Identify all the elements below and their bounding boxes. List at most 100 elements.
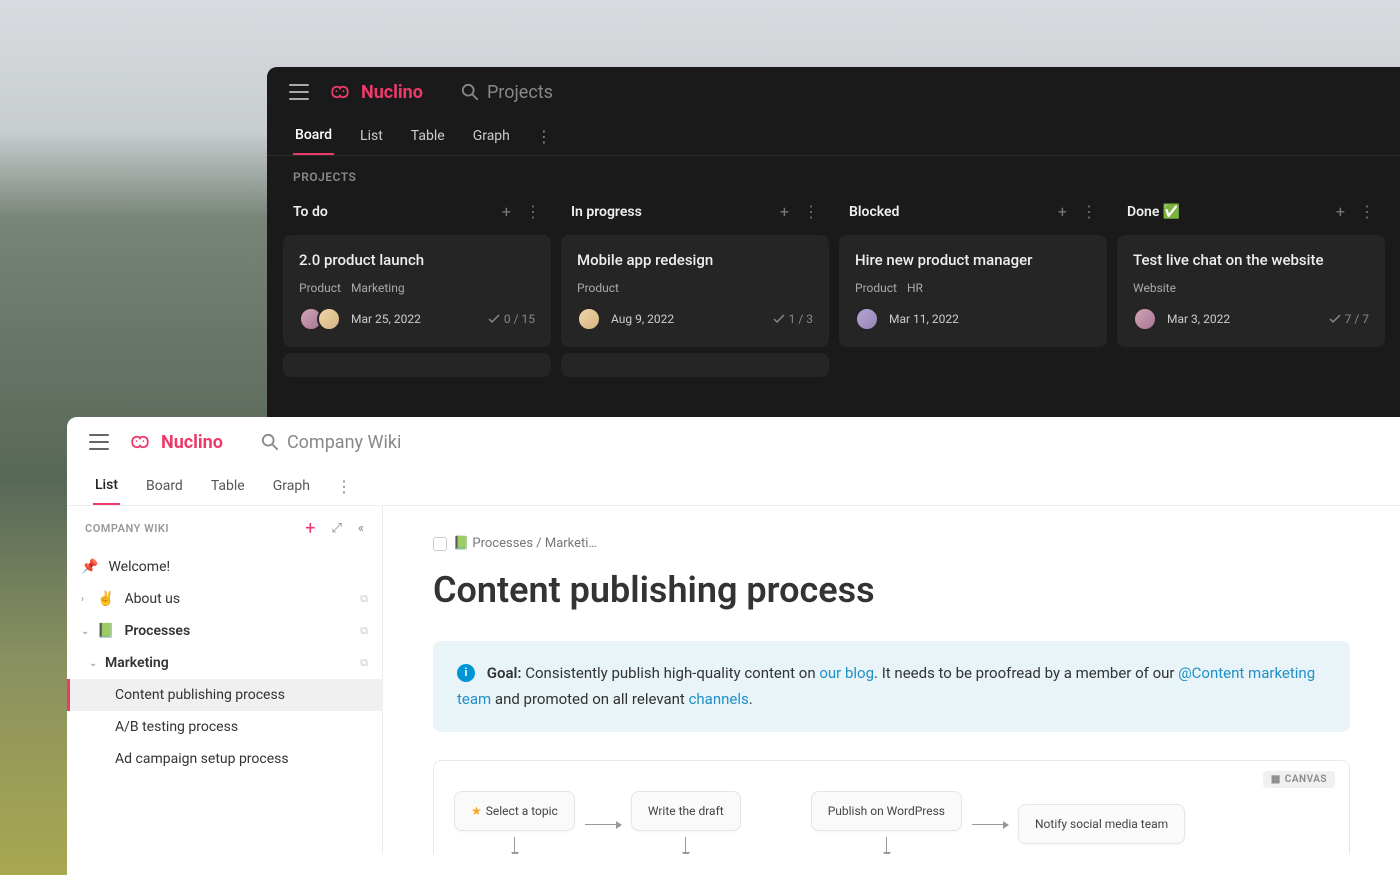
card-item[interactable]: 2.0 product launch Product Marketing Mar … — [283, 235, 551, 347]
card-title: Hire new product manager — [855, 251, 1091, 269]
chevron-down-icon[interactable]: ⌄ — [81, 626, 91, 637]
breadcrumb[interactable]: 📗 Processes / Marketi… — [433, 536, 1350, 551]
more-tabs-icon[interactable]: ⋮ — [336, 477, 352, 496]
projects-window: Nuclino Projects Board List Table Graph … — [267, 67, 1400, 417]
search-area[interactable]: Projects — [461, 82, 553, 103]
board-columns: To do + ⋮ 2.0 product launch Product Marke… — [267, 194, 1400, 383]
dark-header: Nuclino Projects — [267, 67, 1400, 117]
card-date: Mar 11, 2022 — [889, 312, 959, 326]
more-tabs-icon[interactable]: ⋮ — [536, 127, 552, 146]
add-card-icon[interactable]: + — [780, 202, 789, 221]
sidebar-item-ad-campaign[interactable]: Ad campaign setup process — [67, 743, 382, 775]
column-title: Blocked — [849, 204, 899, 220]
card-tag: Product — [299, 281, 341, 295]
avatar — [855, 307, 879, 331]
column-title: In progress — [571, 204, 642, 220]
sidebar: COMPANY WIKI + ⤢ « 📌 Welcome! › ✌️ About… — [67, 506, 383, 854]
brand-logo[interactable]: Nuclino — [327, 81, 423, 103]
tab-list[interactable]: List — [358, 118, 385, 154]
wiki-window: Nuclino Company Wiki List Board Table Gr… — [67, 417, 1400, 875]
link-our-blog[interactable]: our blog — [819, 664, 874, 682]
chevron-right-icon[interactable]: › — [81, 594, 91, 605]
arrow-down-icon — [886, 837, 887, 854]
checklist-icon — [1329, 313, 1341, 325]
card-item[interactable]: Hire new product manager ProductHR Mar 1… — [839, 235, 1107, 347]
collapse-sidebar-icon[interactable]: « — [358, 521, 364, 536]
sidebar-item-about[interactable]: › ✌️ About us ⧉ — [67, 583, 382, 615]
card-stub[interactable] — [561, 353, 829, 377]
copy-icon[interactable]: ⧉ — [360, 592, 368, 606]
page-icon-placeholder — [433, 537, 447, 551]
column-inprogress: In progress + ⋮ Mobile app redesign Produ… — [561, 194, 829, 383]
sidebar-item-ab-testing[interactable]: A/B testing process — [67, 711, 382, 743]
copy-icon[interactable]: ⧉ — [360, 656, 368, 670]
add-card-icon[interactable]: + — [1336, 202, 1345, 221]
arrow-right-icon — [585, 824, 621, 825]
card-title: 2.0 product launch — [299, 251, 535, 269]
column-menu-icon[interactable]: ⋮ — [525, 202, 541, 221]
add-card-icon[interactable]: + — [1058, 202, 1067, 221]
tab-graph[interactable]: Graph — [471, 118, 512, 154]
column-title: Done ✅ — [1127, 204, 1180, 220]
column-title: To do — [293, 204, 328, 220]
arrow-down-icon — [685, 837, 686, 854]
link-channels[interactable]: channels — [689, 690, 749, 708]
info-icon: i — [457, 664, 475, 682]
sidebar-label: COMPANY WIKI — [85, 522, 169, 535]
chevron-down-icon[interactable]: ⌄ — [89, 658, 99, 669]
goal-label: Goal: — [487, 664, 522, 682]
expand-icon[interactable]: ⤢ — [331, 521, 341, 536]
card-tag: Product — [577, 281, 619, 295]
goal-callout: i Goal: Consistently publish high-qualit… — [433, 641, 1350, 732]
avatar — [577, 307, 601, 331]
card-stub[interactable] — [283, 353, 551, 377]
breadcrumb-path: 📗 Processes / Marketi… — [453, 536, 597, 551]
arrow-down-icon — [514, 837, 515, 854]
tab-list[interactable]: List — [93, 467, 120, 505]
tab-table[interactable]: Table — [409, 118, 447, 154]
tab-graph[interactable]: Graph — [271, 468, 312, 504]
section-label: PROJECTS — [267, 156, 1400, 194]
tab-board[interactable]: Board — [144, 468, 185, 504]
copy-icon[interactable]: ⧉ — [360, 624, 368, 638]
add-page-icon[interactable]: + — [305, 518, 315, 539]
tab-table[interactable]: Table — [209, 468, 247, 504]
sidebar-item-marketing[interactable]: ⌄ Marketing ⧉ — [67, 647, 382, 679]
checklist-icon — [773, 313, 785, 325]
card-date: Aug 9, 2022 — [611, 312, 674, 326]
avatar — [1133, 307, 1157, 331]
add-card-icon[interactable]: + — [502, 202, 511, 221]
search-icon — [461, 83, 479, 101]
card-item[interactable]: Test live chat on the website Website Ma… — [1117, 235, 1385, 347]
canvas-embed[interactable]: ▦CANVAS ★Select a topic Write the draft … — [433, 760, 1350, 854]
sidebar-item-processes[interactable]: ⌄ 📗 Processes ⧉ — [67, 615, 382, 647]
sidebar-item-content-publishing[interactable]: Content publishing process — [67, 679, 382, 711]
flow-node[interactable]: Write the draft — [631, 791, 741, 831]
card-tag: Website — [1133, 281, 1176, 295]
card-tag: Marketing — [351, 281, 405, 295]
search-area[interactable]: Company Wiki — [261, 432, 401, 453]
tab-board[interactable]: Board — [293, 117, 334, 155]
flow-node[interactable]: Notify social media team — [1018, 804, 1185, 844]
flow-node[interactable]: ★Select a topic — [454, 791, 575, 831]
content-area: 📗 Processes / Marketi… Content publishin… — [383, 506, 1400, 854]
column-menu-icon[interactable]: ⋮ — [1359, 202, 1375, 221]
checklist-icon — [488, 313, 500, 325]
menu-icon[interactable] — [89, 434, 109, 450]
flow-diagram: ★Select a topic Write the draft Publish … — [454, 791, 1329, 854]
brand-logo[interactable]: Nuclino — [127, 431, 223, 453]
menu-icon[interactable] — [289, 84, 309, 100]
pin-icon: 📌 — [81, 559, 98, 575]
card-title: Test live chat on the website — [1133, 251, 1369, 269]
column-menu-icon[interactable]: ⋮ — [803, 202, 819, 221]
nuclino-logo-icon — [327, 81, 353, 103]
card-date: Mar 25, 2022 — [351, 312, 421, 326]
sidebar-item-welcome[interactable]: 📌 Welcome! — [67, 551, 382, 583]
card-item[interactable]: Mobile app redesign Product Aug 9, 2022 … — [561, 235, 829, 347]
card-progress: 0 / 15 — [488, 312, 535, 326]
card-progress: 1 / 3 — [773, 312, 813, 326]
light-header: Nuclino Company Wiki — [67, 417, 1400, 467]
card-tag: Product — [855, 281, 897, 295]
flow-node[interactable]: Publish on WordPress — [811, 791, 962, 831]
column-menu-icon[interactable]: ⋮ — [1081, 202, 1097, 221]
